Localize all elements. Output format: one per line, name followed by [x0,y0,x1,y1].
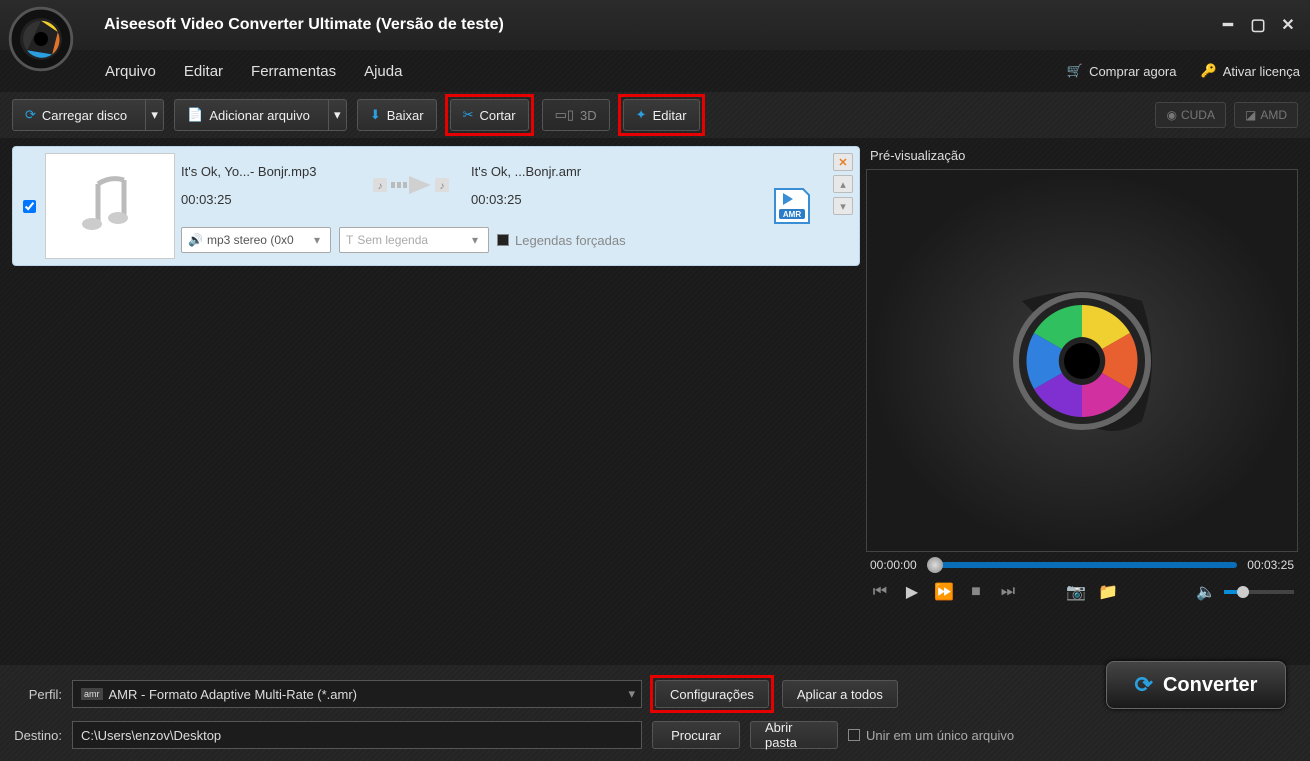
close-button[interactable]: ✕ [1280,17,1296,33]
seek-knob[interactable] [927,557,943,573]
menu-arquivo[interactable]: Arquivo [105,63,156,80]
remove-file-button[interactable]: ✕ [833,153,853,171]
config-button[interactable]: Configurações [655,680,769,708]
editar-button[interactable]: ✦Editar [623,99,700,131]
link-ativar[interactable]: 🔑 Ativar licença [1201,63,1301,79]
chevron-down-icon: ▾ [628,686,635,702]
next-button[interactable]: ⏭ [998,582,1018,602]
file-thumbnail [45,153,175,259]
svg-text:♪: ♪ [378,181,383,192]
chevron-down-icon: ▾ [468,233,482,247]
menu-editar[interactable]: Editar [184,63,223,80]
carregar-dropdown[interactable]: ▾ [145,100,163,130]
file-row[interactable]: It's Ok, Yo...- Bonjr.mp3 00:03:25 ♪♪ It… [12,146,860,266]
file-checkbox[interactable] [23,200,36,213]
baixar-button[interactable]: ⬇Baixar [357,99,437,131]
amd-button[interactable]: ◪AMD [1234,102,1298,128]
seek-slider[interactable] [927,562,1238,568]
menu-ferramentas[interactable]: Ferramentas [251,63,336,80]
adicionar-dropdown[interactable]: ▾ [328,100,346,130]
refresh-icon: ⟳ [1135,672,1153,698]
play-button[interactable]: ▶ [902,582,922,602]
menu-ajuda[interactable]: Ajuda [364,63,402,80]
output-format-badge[interactable]: AMR [757,153,827,259]
file-list: It's Ok, Yo...- Bonjr.mp3 00:03:25 ♪♪ It… [12,146,860,606]
abrir-pasta-button[interactable]: Abrir pasta [750,721,838,749]
highlight-editar: ✦Editar [618,94,705,136]
move-up-button[interactable]: ▴ [833,175,853,193]
src-filename: It's Ok, Yo...- Bonjr.mp3 [181,164,361,179]
prev-button[interactable]: ⏮ [870,582,890,602]
app-logo [6,4,86,79]
time-total: 00:03:25 [1247,558,1294,572]
minimize-button[interactable]: ━ [1220,17,1236,33]
scissors-icon: ✂ [463,107,474,123]
maximize-button[interactable]: ▢ [1250,17,1266,33]
add-file-icon: 📄 [187,107,203,123]
bottom-bar: Perfil: amr AMR - Formato Adaptive Multi… [0,665,1310,761]
adicionar-arquivo-button[interactable]: 📄Adicionar arquivo ▾ [174,99,347,131]
amd-icon: ◪ [1245,108,1256,122]
convert-arrow-icon: ♪♪ [361,170,471,200]
mute-button[interactable]: 🔈 [1196,582,1216,602]
key-icon: 🔑 [1201,63,1217,79]
app-window: Aiseesoft Video Converter Ultimate (Vers… [0,0,1310,761]
preview-screen [866,169,1298,552]
dst-filename: It's Ok, ...Bonjr.amr [471,164,651,179]
perfil-select[interactable]: amr AMR - Formato Adaptive Multi-Rate (*… [72,680,642,708]
cuda-button[interactable]: ◉CUDA [1155,102,1226,128]
player-controls: ⏮ ▶ ⏩ ■ ⏭ 📷 📁 🔈 [866,578,1298,606]
cortar-button[interactable]: ✂Cortar [450,99,529,131]
speaker-icon: 🔊 [188,233,203,247]
volume-knob[interactable] [1237,586,1249,598]
unir-check[interactable]: Unir em um único arquivo [848,728,1014,743]
title-bar: Aiseesoft Video Converter Ultimate (Vers… [0,0,1310,50]
text-icon: T [346,233,353,247]
cart-icon: 🛒 [1067,63,1083,79]
move-down-button[interactable]: ▾ [833,197,853,215]
nvidia-icon: ◉ [1166,108,1176,122]
svg-text:AMR: AMR [783,210,801,219]
src-duration: 00:03:25 [181,192,361,207]
checkbox-icon [497,234,509,246]
subtitle-select[interactable]: TSem legenda ▾ [339,227,489,253]
checkbox-icon [848,729,860,741]
ffwd-button[interactable]: ⏩ [934,582,954,602]
toolbar: ⟳Carregar disco ▾ 📄Adicionar arquivo ▾ ⬇… [0,92,1310,138]
chevron-down-icon: ▾ [310,233,324,247]
aplicar-button[interactable]: Aplicar a todos [782,680,898,708]
link-comprar[interactable]: 🛒 Comprar agora [1067,63,1177,79]
stop-button[interactable]: ■ [966,582,986,602]
dst-duration: 00:03:25 [471,192,651,207]
menu-bar: Arquivo Editar Ferramentas Ajuda 🛒 Compr… [0,50,1310,92]
seek-bar[interactable]: 00:00:00 00:03:25 [866,552,1298,578]
disc-load-icon: ⟳ [25,107,36,123]
carregar-disco-button[interactable]: ⟳Carregar disco ▾ [12,99,164,131]
converter-button[interactable]: ⟳ Converter [1106,661,1286,709]
download-icon: ⬇ [370,107,381,123]
procurar-button[interactable]: Procurar [652,721,740,749]
perfil-label: Perfil: [12,687,62,702]
volume-slider[interactable] [1224,590,1294,594]
audio-track-select[interactable]: 🔊mp3 stereo (0x0 ▾ [181,227,331,253]
time-current: 00:00:00 [870,558,917,572]
svg-text:♪: ♪ [440,181,445,192]
snapshot-button[interactable]: 📷 [1066,582,1086,602]
destino-input[interactable]: C:\Users\enzov\Desktop [72,721,642,749]
app-title: Aiseesoft Video Converter Ultimate (Vers… [104,16,1220,34]
forced-subtitles-check[interactable]: Legendas forçadas [497,233,626,248]
preview-label: Pré-visualização [866,146,1298,165]
highlight-config: Configurações [650,675,774,713]
tresd-icon: ▭▯ [555,107,574,123]
highlight-cortar: ✂Cortar [445,94,534,136]
open-folder-button[interactable]: 📁 [1098,582,1118,602]
destino-label: Destino: [12,728,62,743]
format-icon: amr [81,688,103,700]
preview-panel: Pré-visualização [866,146,1298,606]
sparkle-icon: ✦ [636,107,647,123]
tresd-button[interactable]: ▭▯3D [542,99,610,131]
